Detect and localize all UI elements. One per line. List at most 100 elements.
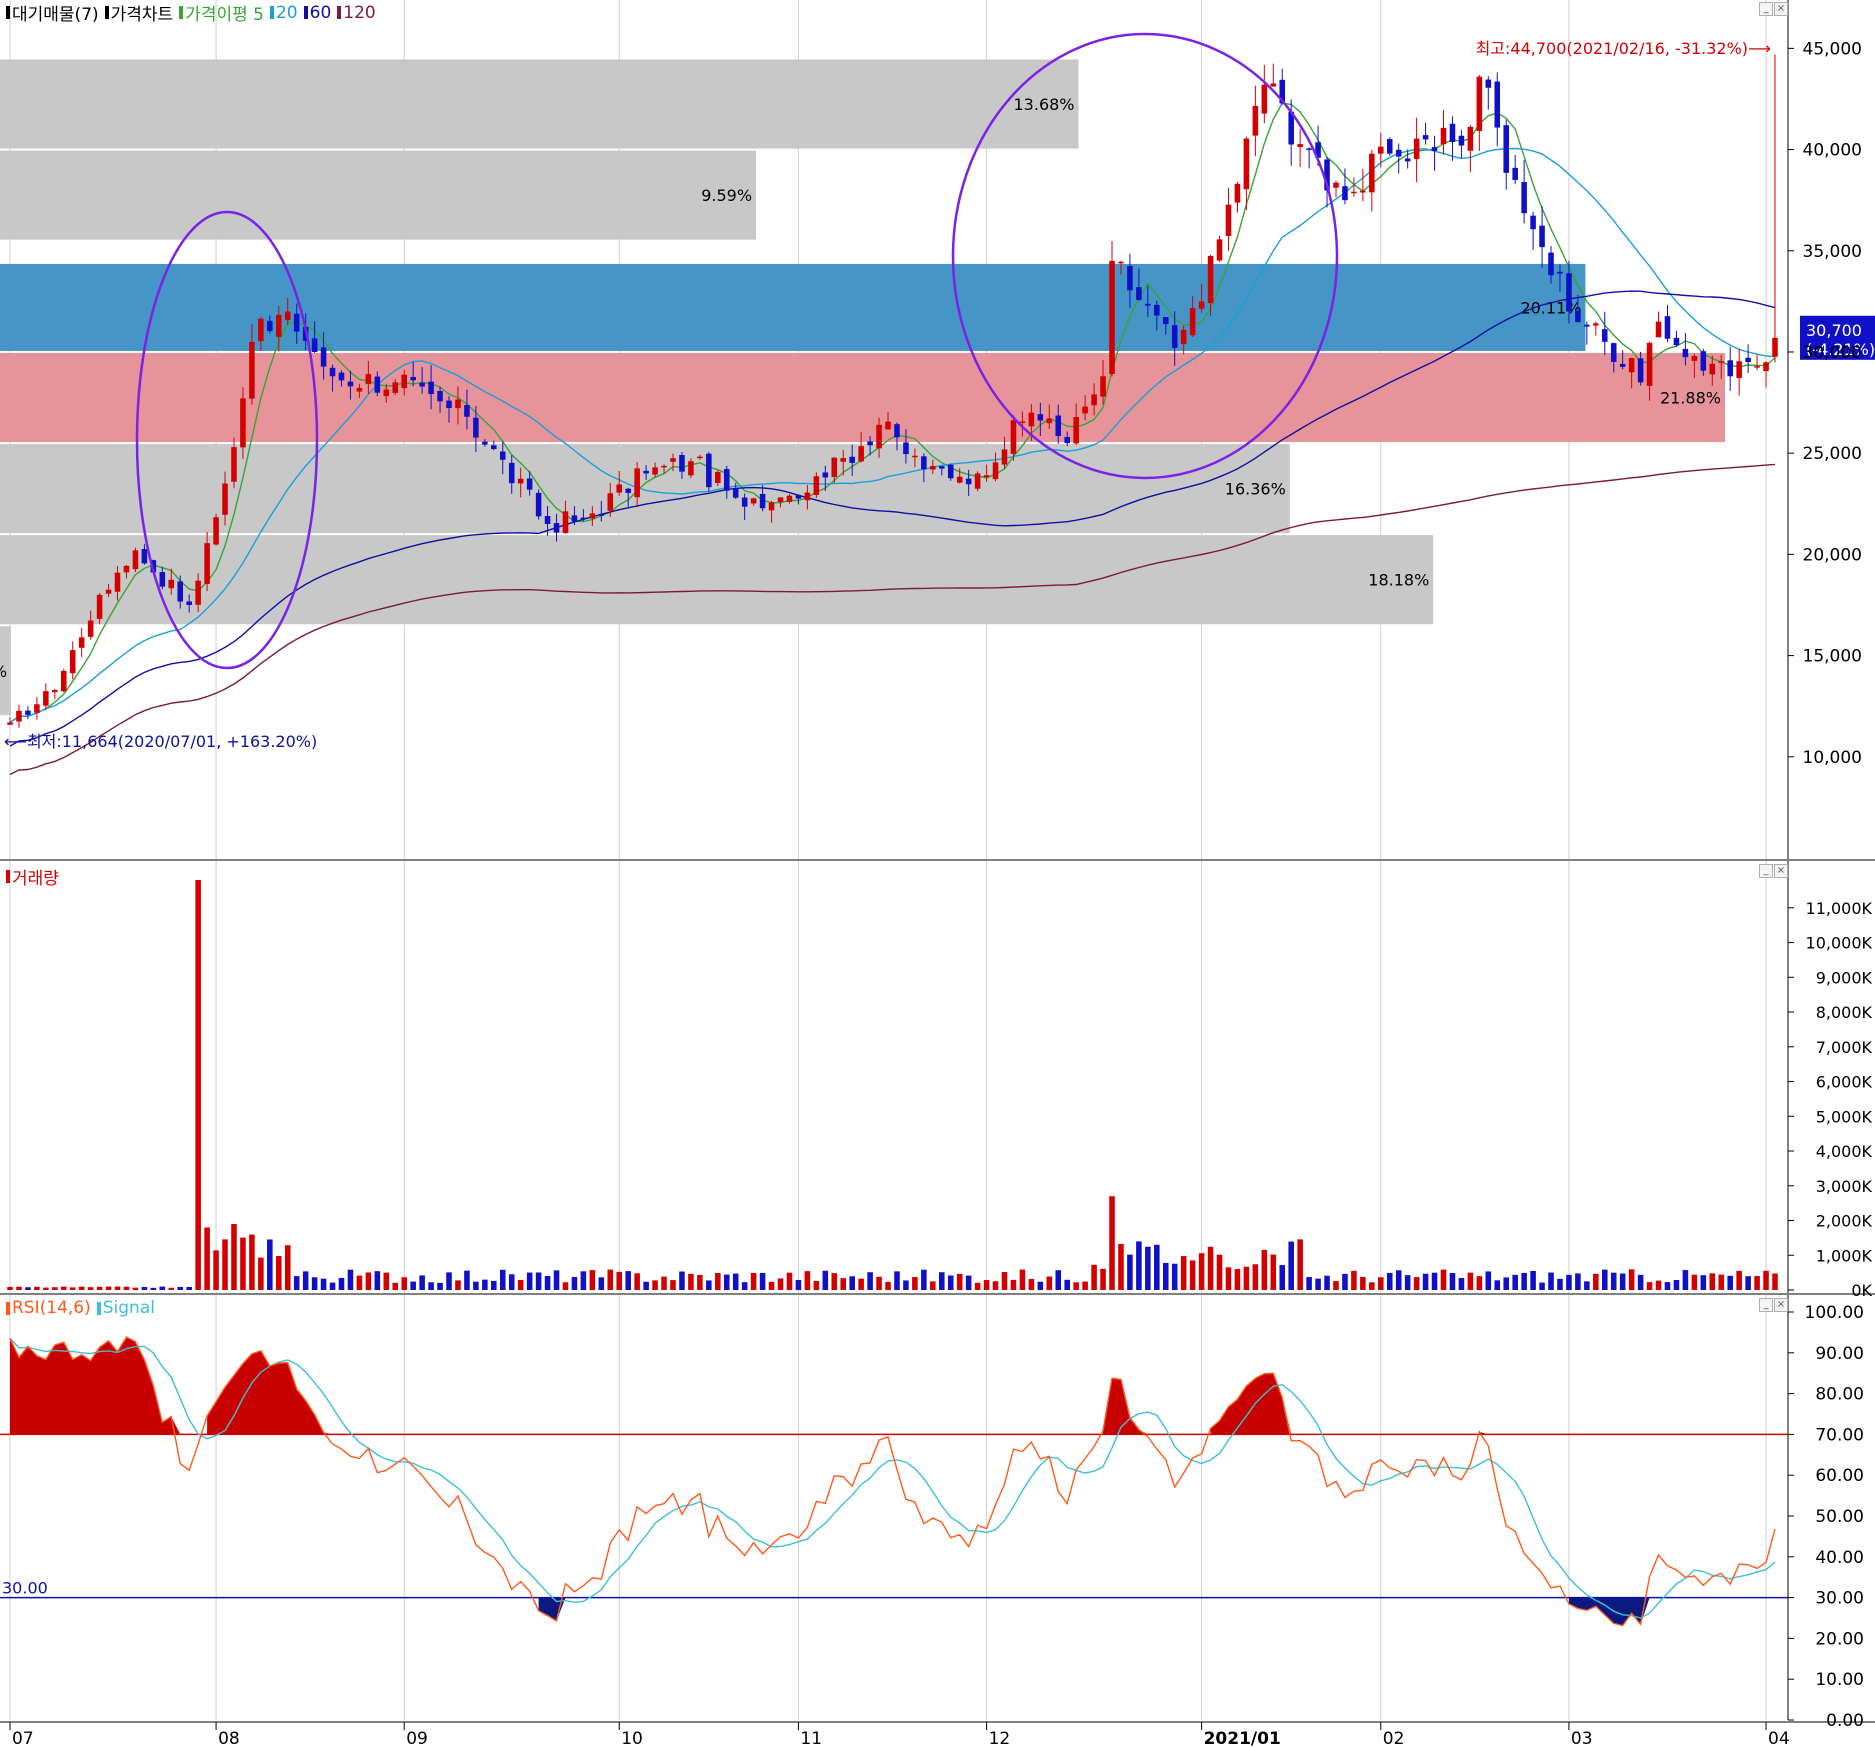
- candle-body: [311, 338, 318, 353]
- volume-bar: [1109, 1196, 1115, 1290]
- candle-body: [1503, 125, 1509, 173]
- volume-bar: [329, 1282, 336, 1290]
- candle-body: [804, 492, 811, 501]
- volume-bar: [1575, 1273, 1581, 1290]
- volume-bar: [177, 1286, 184, 1290]
- volume-bar: [974, 1282, 981, 1290]
- candle-body: [240, 398, 246, 448]
- volume-bar: [508, 1274, 515, 1290]
- candle-body: [1252, 105, 1259, 136]
- candle-body: [1530, 215, 1536, 230]
- price-pane-close-button[interactable]: ×: [1774, 2, 1788, 16]
- price-pane-minimize-button[interactable]: _: [1759, 2, 1773, 16]
- price-legend-item[interactable]: 가격차트: [104, 0, 173, 25]
- candle-body: [141, 549, 148, 564]
- legend-swatch: [96, 1301, 101, 1315]
- candle-body: [508, 462, 515, 484]
- volume-bar: [912, 1277, 918, 1290]
- legend-swatch: [6, 870, 10, 883]
- volume-bar: [1584, 1281, 1590, 1290]
- candle-body: [446, 400, 452, 409]
- rsi-legend-item[interactable]: Signal: [96, 1298, 155, 1318]
- candle-body: [921, 456, 927, 470]
- volume-bar: [1073, 1282, 1079, 1290]
- volume-bar: [1476, 1276, 1483, 1290]
- candle-body: [204, 543, 210, 584]
- volume-bar: [1467, 1272, 1474, 1290]
- volume-bar: [634, 1273, 640, 1290]
- candle-body: [965, 478, 972, 485]
- volume-bar: [1745, 1276, 1751, 1290]
- legend-label: 가격이평 5: [185, 5, 264, 25]
- candle-body: [1727, 360, 1733, 377]
- volume-pane-minimize-button[interactable]: _: [1759, 864, 1773, 878]
- price-legend-item[interactable]: 대기매물(7): [6, 0, 99, 25]
- volume-bar: [1539, 1282, 1545, 1290]
- candle-body: [598, 514, 605, 516]
- volume-legend-item[interactable]: 거래량: [6, 864, 59, 889]
- candle-body: [1100, 376, 1106, 397]
- volume-bar: [1628, 1269, 1635, 1290]
- volume-bar: [580, 1271, 587, 1290]
- candle-body: [419, 382, 425, 387]
- price-legend-item[interactable]: 60: [303, 3, 331, 23]
- candle-body: [562, 511, 569, 534]
- price-legend-item[interactable]: 가격이평 5: [179, 0, 264, 25]
- volume-bar: [1360, 1277, 1366, 1290]
- candle-body: [284, 311, 291, 321]
- candle-body: [1548, 252, 1554, 276]
- volume-bar: [123, 1286, 130, 1290]
- candle-body: [1333, 182, 1339, 188]
- legend-label: RSI(14,6): [12, 1298, 91, 1318]
- volume-bar: [1297, 1239, 1303, 1290]
- volume-bar: [679, 1271, 685, 1290]
- candle-body: [105, 589, 112, 594]
- volume-bar: [222, 1239, 228, 1290]
- candle-body: [930, 465, 936, 470]
- candle-body: [643, 470, 649, 474]
- rsi-legend-item[interactable]: RSI(14,6): [6, 1298, 91, 1318]
- volume-pane-close-button[interactable]: ×: [1774, 864, 1788, 878]
- candle-body: [267, 320, 273, 332]
- candle-body: [329, 367, 336, 377]
- candle-body: [661, 465, 667, 468]
- candle-body: [526, 478, 533, 490]
- volume-bar: [1001, 1272, 1008, 1290]
- legend-label: 거래량: [12, 869, 59, 889]
- candle-body: [159, 572, 166, 587]
- volume-bar: [1655, 1280, 1662, 1290]
- candle-body: [1745, 357, 1751, 363]
- candle-body: [715, 471, 721, 483]
- price-legend-item[interactable]: 120: [337, 3, 376, 23]
- volume-bar: [231, 1223, 237, 1290]
- candle-body: [1154, 304, 1160, 316]
- volume-bar: [1485, 1271, 1492, 1290]
- volume-bar: [1646, 1282, 1653, 1290]
- volume-bar: [965, 1275, 972, 1290]
- volume-bar: [1503, 1277, 1509, 1290]
- volume-bar: [7, 1286, 13, 1290]
- volume-bar: [428, 1282, 434, 1290]
- candle-body: [482, 441, 488, 445]
- candle-body: [455, 399, 461, 409]
- volume-tick-label: 2,000K: [1816, 1212, 1873, 1231]
- candle-body: [822, 472, 829, 478]
- rsi-pane-close-button[interactable]: ×: [1774, 1298, 1788, 1312]
- rsi-pane-minimize-button[interactable]: _: [1759, 1298, 1773, 1312]
- candle-body: [706, 453, 712, 488]
- volume-bar: [1028, 1279, 1035, 1290]
- volume-bar: [1557, 1278, 1563, 1290]
- volume-bar: [1440, 1269, 1447, 1290]
- candle-body: [392, 382, 399, 394]
- volume-bar: [849, 1276, 855, 1290]
- volume-bar: [1279, 1265, 1286, 1290]
- volume-tick-label: 8,000K: [1816, 1003, 1873, 1022]
- volume-bar: [52, 1287, 58, 1290]
- candle-body: [1673, 337, 1680, 346]
- rsi-tick-label: 80.00: [1815, 1385, 1864, 1405]
- volume-bar: [25, 1287, 31, 1290]
- candle-body: [786, 495, 793, 502]
- supply-zone-bar: [0, 535, 1434, 625]
- volume-bar: [894, 1271, 900, 1290]
- price-legend-item[interactable]: 20: [269, 3, 298, 23]
